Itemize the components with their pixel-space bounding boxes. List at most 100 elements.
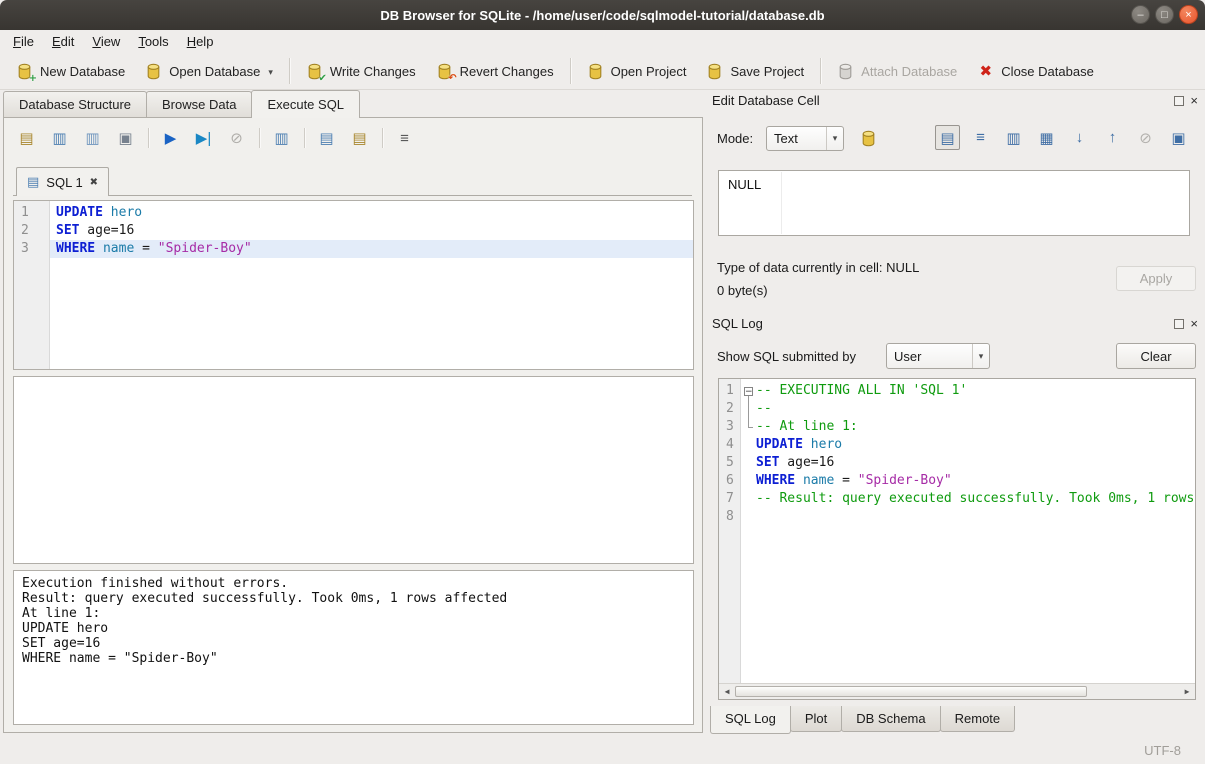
open-project-button[interactable]: Open Project: [577, 58, 697, 85]
execute-all-icon[interactable]: ▶: [158, 126, 183, 150]
code-line: UPDATE hero: [741, 436, 1195, 454]
word-wrap-icon[interactable]: ≡: [968, 125, 993, 150]
new-database-icon: +: [16, 63, 33, 80]
scroll-track[interactable]: [1087, 684, 1179, 699]
export-icon[interactable]: ↑: [1100, 125, 1125, 150]
revert-changes-button[interactable]: ↶Revert Changes: [426, 58, 564, 85]
attach-database-button-label: Attach Database: [861, 64, 957, 79]
tab-database-structure[interactable]: Database Structure: [3, 91, 147, 117]
tab-db-schema[interactable]: DB Schema: [841, 706, 940, 732]
close-window-button[interactable]: ×: [1179, 5, 1198, 24]
sql-tab-label: SQL 1: [46, 175, 82, 190]
clear-button[interactable]: Clear: [1116, 343, 1196, 369]
menu-help[interactable]: Help: [178, 31, 223, 52]
results-grid[interactable]: [13, 376, 694, 564]
menu-mnemonic: V: [92, 34, 100, 49]
stop-icon[interactable]: ⊘: [224, 126, 249, 150]
scroll-left-icon[interactable]: ◀: [719, 684, 735, 699]
replace-icon[interactable]: ▤: [347, 126, 372, 150]
menu-tools[interactable]: Tools: [129, 31, 177, 52]
open-sql-file-icon[interactable]: ▤: [14, 126, 39, 150]
status-bar: UTF-8: [0, 737, 1205, 764]
mode-select[interactable]: Text ▾: [766, 126, 844, 151]
print-icon[interactable]: ▣: [113, 126, 138, 150]
find-icon[interactable]: ▤: [314, 126, 339, 150]
undock-icon[interactable]: [1174, 96, 1184, 106]
log-horizontal-scrollbar[interactable]: ◀ ▶: [719, 683, 1195, 699]
line-number: 7: [719, 490, 740, 508]
menu-view[interactable]: View: [83, 31, 129, 52]
save-project-icon: [706, 63, 723, 80]
token: hero: [111, 205, 142, 220]
tab-bar-line: [13, 195, 692, 196]
tab-remote[interactable]: Remote: [940, 706, 1016, 732]
new-database-button[interactable]: +New Database: [6, 58, 135, 85]
log-filter-select[interactable]: User ▾: [886, 343, 990, 369]
token: SET: [756, 455, 779, 470]
execute-current-line-icon[interactable]: ▶|: [191, 126, 216, 150]
scroll-thumb[interactable]: [735, 686, 1087, 697]
token: =: [134, 241, 157, 256]
tab-browse-data[interactable]: Browse Data: [146, 91, 252, 117]
icon-badge: ✔: [319, 73, 327, 84]
sql-editor[interactable]: 123 UPDATE heroSET age=16WHERE name = "S…: [13, 200, 694, 370]
code-line: −-- EXECUTING ALL IN 'SQL 1': [741, 382, 1195, 400]
messages-panel[interactable]: Execution finished without errors. Resul…: [13, 570, 694, 725]
line-number: 4: [719, 436, 740, 454]
open-database-button[interactable]: Open Database▾: [135, 58, 283, 85]
close-dock-icon[interactable]: ×: [1190, 95, 1198, 106]
import-data-button[interactable]: [855, 125, 882, 152]
save-sql-file-icon[interactable]: ▥: [47, 126, 72, 150]
save-as-icon[interactable]: ▥: [1001, 125, 1026, 150]
close-database-button[interactable]: ✖ Close Database: [967, 58, 1104, 85]
code-text: -- At line 1:: [756, 418, 858, 436]
tab-plot[interactable]: Plot: [790, 706, 842, 732]
tab-sql-log[interactable]: SQL Log: [710, 706, 791, 734]
tab-execute-sql[interactable]: Execute SQL: [251, 90, 360, 118]
apply-button[interactable]: Apply: [1116, 266, 1196, 291]
icon-badge: +: [29, 73, 37, 84]
close-tab-icon[interactable]: ✖: [90, 177, 98, 188]
line-number: 1: [14, 204, 49, 222]
attach-database-icon: [837, 63, 854, 80]
cell-type-info: Type of data currently in cell: NULL: [717, 260, 919, 275]
dropdown-arrow-icon[interactable]: ▾: [268, 67, 273, 80]
save-project-button[interactable]: Save Project: [696, 58, 814, 85]
print-icon[interactable]: ▣: [1166, 125, 1191, 150]
token: name: [803, 473, 834, 488]
fold-collapse-icon[interactable]: −: [744, 387, 753, 396]
menu-edit[interactable]: Edit: [43, 31, 83, 52]
close-database-button-label: Close Database: [1001, 64, 1094, 79]
word-wrap-icon[interactable]: ≡: [392, 126, 417, 150]
close-database-icon: ✖: [977, 63, 994, 80]
cell-value: NULL: [719, 171, 1189, 198]
set-null-icon[interactable]: ⊘: [1133, 125, 1158, 150]
scroll-right-icon[interactable]: ▶: [1179, 684, 1195, 699]
line-number: 1: [719, 382, 740, 400]
chevron-down-icon: ▾: [826, 127, 843, 150]
code-line: -- At line 1:: [741, 418, 1195, 436]
code-line: [741, 508, 1195, 526]
save-sql-as-icon[interactable]: ▥: [80, 126, 105, 150]
copy-icon[interactable]: ▦: [1034, 125, 1059, 150]
sql-tab[interactable]: ▤ SQL 1 ✖: [16, 167, 109, 196]
code-text: SET age=16: [56, 222, 134, 240]
sql-log-dock-buttons: ×: [1174, 318, 1198, 329]
write-changes-button[interactable]: ✔Write Changes: [296, 58, 426, 85]
minimize-button[interactable]: –: [1131, 5, 1150, 24]
cell-editor[interactable]: NULL: [718, 170, 1190, 236]
token: [95, 241, 103, 256]
sql-log-view[interactable]: 12345678 −-- EXECUTING ALL IN 'SQL 1'---…: [718, 378, 1196, 700]
text-mode-icon[interactable]: ▤: [935, 125, 960, 150]
undock-icon[interactable]: [1174, 319, 1184, 329]
encoding-label: UTF-8: [1144, 743, 1181, 758]
editor-line-numbers: 123: [14, 201, 50, 369]
editor-code-area[interactable]: UPDATE heroSET age=16WHERE name = "Spide…: [50, 201, 693, 369]
import-icon[interactable]: ↓: [1067, 125, 1092, 150]
close-dock-icon[interactable]: ×: [1190, 318, 1198, 329]
maximize-button[interactable]: □: [1155, 5, 1174, 24]
save-results-icon[interactable]: ▥: [269, 126, 294, 150]
menu-file[interactable]: File: [4, 31, 43, 52]
fold-column: [743, 490, 756, 508]
attach-database-button[interactable]: Attach Database: [827, 58, 967, 85]
